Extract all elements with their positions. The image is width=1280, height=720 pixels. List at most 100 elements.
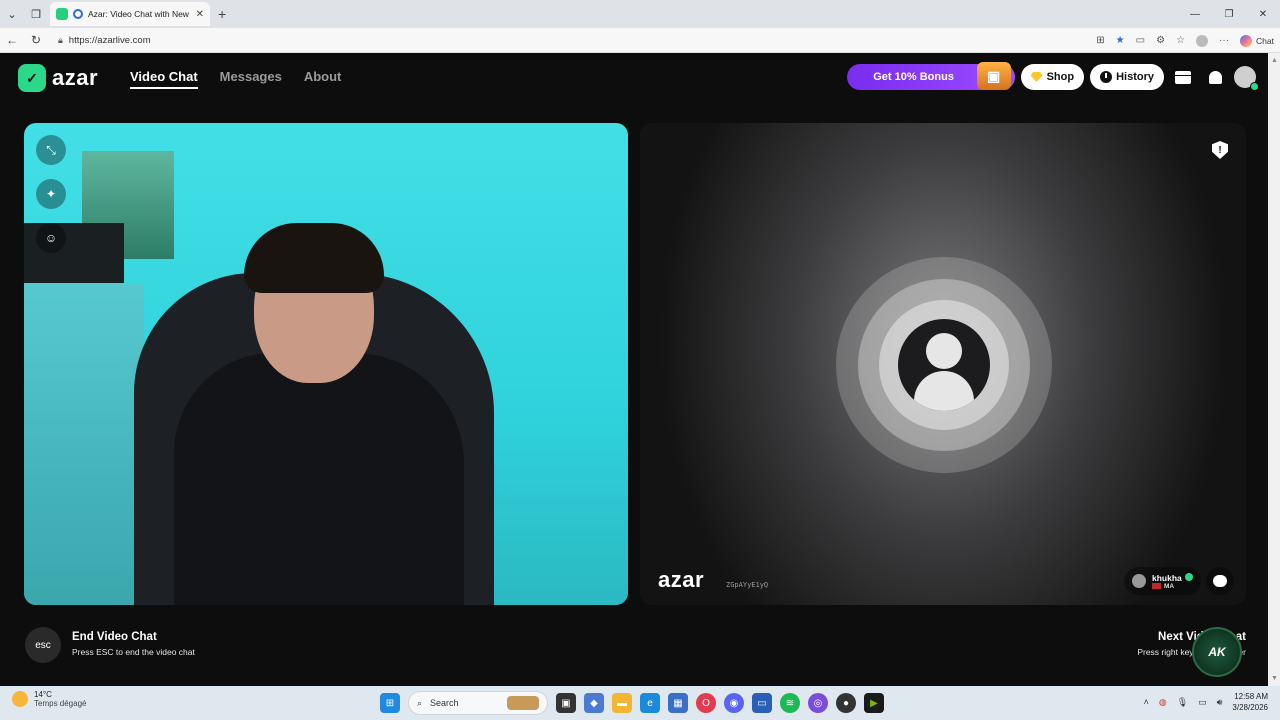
taskbar-search[interactable]: ⌕ Search <box>408 691 548 715</box>
weather-description: Temps dégagé <box>34 699 87 708</box>
nvidia-icon[interactable]: ▶ <box>864 693 884 713</box>
page-scrollbar[interactable]: ▲ ▼ <box>1268 53 1280 686</box>
restore-icon[interactable]: ❐ <box>1212 0 1246 28</box>
clock[interactable]: 12:58 AM 3/28/2026 <box>1232 691 1268 713</box>
report-shield-icon[interactable]: ! <box>1212 141 1228 159</box>
ring-inner <box>879 300 1009 430</box>
obs-icon[interactable]: ◎ <box>808 693 828 713</box>
notifications-button[interactable] <box>1202 64 1228 90</box>
inbox-icon <box>1175 70 1191 84</box>
nav-messages[interactable]: Messages <box>220 69 282 89</box>
windows-taskbar: 14°C Temps dégagé ⊞ ⌕ Search ▣ ◆ ▬ e ▦ O… <box>0 686 1280 720</box>
treasure-chest-icon: ▣ <box>976 62 1011 90</box>
favorite-star-icon[interactable]: ★ <box>1116 35 1125 46</box>
shop-label: Shop <box>1046 71 1075 83</box>
history-clock-icon <box>1100 71 1113 83</box>
peer-name-row: khukha <box>1152 572 1193 583</box>
url-field[interactable]: 🔒︎ https://azarlive.com <box>54 31 1094 50</box>
local-video: ⤡ ✦ ☺ <box>24 123 628 605</box>
close-window-icon[interactable]: ✕ <box>1246 0 1280 28</box>
peer-avatar-placeholder-icon <box>898 319 990 411</box>
store-icon[interactable]: ▦ <box>668 693 688 713</box>
refresh-icon[interactable]: ↻ <box>24 33 48 47</box>
search-highlight-icon <box>507 696 539 710</box>
esc-button[interactable]: esc <box>25 627 61 663</box>
spotify-icon[interactable]: ≋ <box>780 693 800 713</box>
peer-avatar-icon <box>1132 574 1146 588</box>
ring-middle <box>858 279 1030 451</box>
history-button[interactable]: History <box>1090 64 1164 90</box>
copilot-button[interactable]: Chat <box>1240 34 1274 47</box>
task-view-icon[interactable]: ▣ <box>556 693 576 713</box>
azar-logo[interactable]: ✓ azar <box>18 64 98 92</box>
nav-about[interactable]: About <box>304 69 342 89</box>
tray-overflow-icon[interactable]: ˄ <box>1144 697 1149 707</box>
local-user <box>174 223 464 605</box>
site-info-icon[interactable]: 🔒︎ <box>58 35 63 46</box>
copilot-icon <box>1240 34 1253 47</box>
widgets-icon[interactable]: ◆ <box>584 693 604 713</box>
browser-profile-icon[interactable] <box>1196 34 1209 47</box>
header-actions: Get 10% Bonus ▣ Shop History <box>846 62 1268 91</box>
workspaces-icon[interactable]: ❐ <box>24 0 48 28</box>
peer-name: khukha <box>1152 572 1182 583</box>
edge-browser-icon[interactable]: e <box>640 693 660 713</box>
logo-text: azar <box>52 65 99 90</box>
bonus-button[interactable]: Get 10% Bonus ▣ <box>846 62 1015 90</box>
app-install-icon[interactable]: ⊞ <box>1096 35 1104 46</box>
ak-logo-badge: AK <box>1192 627 1242 677</box>
minimize-video-icon[interactable]: ⤡ <box>36 135 66 165</box>
bell-icon <box>1208 70 1222 84</box>
main-nav: Video Chat Messages About <box>130 69 341 89</box>
security-icon[interactable]: ◍ <box>1159 697 1167 708</box>
search-placeholder: Search <box>430 698 459 708</box>
remote-desktop-icon[interactable]: ▭ <box>752 693 772 713</box>
scroll-up-icon[interactable]: ▲ <box>1271 57 1278 64</box>
new-tab-icon[interactable]: + <box>218 6 226 22</box>
more-menu-icon[interactable]: ··· <box>1219 35 1229 46</box>
local-video-controls: ⤡ ✦ ☺ <box>36 135 66 253</box>
end-chat-hint: End Video Chat Press ESC to end the vide… <box>72 631 195 657</box>
chat-button[interactable] <box>1206 567 1234 595</box>
camera-icon[interactable]: ▭ <box>1136 35 1145 46</box>
ak-badge-text: AK <box>1208 645 1226 659</box>
history-label: History <box>1116 71 1154 83</box>
windows-start-icon[interactable]: ⊞ <box>380 693 400 713</box>
weather-widget[interactable]: 14°C Temps dégagé <box>12 690 86 708</box>
temperature: 14°C <box>34 690 52 699</box>
opera-icon[interactable]: O <box>696 693 716 713</box>
back-icon[interactable]: ← <box>0 33 24 47</box>
browser-tab-bar: ⌄ ❐ Azar: Video Chat with New Pe ✕ + — ❐… <box>0 0 1280 28</box>
search-icon: ⌕ <box>417 697 423 708</box>
tab-actions-icon[interactable]: ⌄ <box>0 0 24 28</box>
browser-tab[interactable]: Azar: Video Chat with New Pe ✕ <box>50 2 210 26</box>
verified-icon <box>1184 572 1193 581</box>
scroll-down-icon[interactable]: ▼ <box>1271 675 1278 682</box>
volume-icon[interactable]: 🔊︎ <box>1217 697 1223 708</box>
moon-weather-icon <box>12 691 28 707</box>
hoodie <box>174 353 464 605</box>
extensions-icon[interactable]: ⚙ <box>1156 35 1165 46</box>
face-filter-icon[interactable]: ☺ <box>36 223 66 253</box>
online-status-dot <box>1250 82 1259 91</box>
network-icon[interactable]: ▭ <box>1198 697 1207 708</box>
end-chat-subtitle: Press ESC to end the video chat <box>72 647 195 657</box>
favorites-icon[interactable]: ☆ <box>1176 35 1185 46</box>
address-bar-row: ← ↻ 🔒︎ https://azarlive.com ⊞ ★ ▭ ⚙ ☆ ··… <box>0 28 1280 53</box>
clock-date: 3/28/2026 <box>1232 703 1268 712</box>
microphone-icon[interactable]: 🎙︎ <box>1177 697 1188 708</box>
end-chat-title[interactable]: End Video Chat <box>72 631 195 643</box>
effects-wand-icon[interactable]: ✦ <box>36 179 66 209</box>
tab-title: Azar: Video Chat with New Pe <box>88 9 191 19</box>
file-explorer-icon[interactable]: ▬ <box>612 693 632 713</box>
close-tab-icon[interactable]: ✕ <box>196 9 204 20</box>
peer-country-row: MA <box>1152 583 1193 590</box>
inbox-button[interactable] <box>1170 64 1196 90</box>
discord-icon[interactable]: ◉ <box>724 693 744 713</box>
shop-button[interactable]: Shop <box>1020 64 1085 90</box>
peer-info[interactable]: khukha MA <box>1124 567 1201 595</box>
steam-icon[interactable]: ● <box>836 693 856 713</box>
profile-avatar[interactable] <box>1234 66 1259 91</box>
nav-video-chat[interactable]: Video Chat <box>130 69 198 89</box>
minimize-icon[interactable]: — <box>1178 0 1212 28</box>
